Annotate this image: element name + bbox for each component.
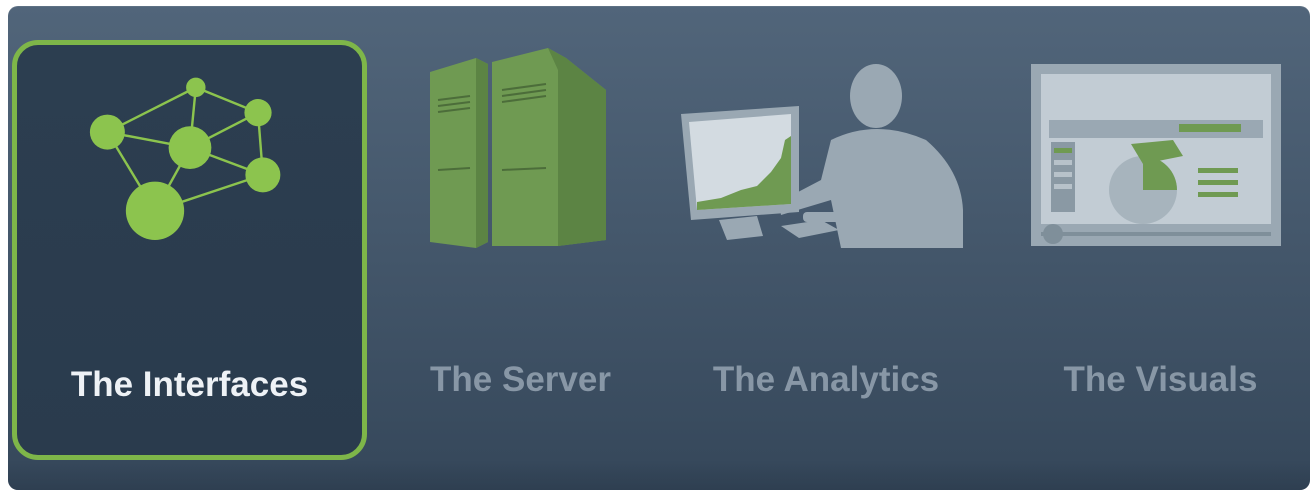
tab-the-interfaces[interactable]: The Interfaces — [12, 40, 367, 460]
tab-label-analytics: The Analytics — [712, 360, 940, 399]
tab-label-interfaces: The Interfaces — [70, 365, 309, 404]
analyst-at-monitor-icon — [681, 64, 963, 248]
tab-label-server: The Server — [430, 360, 611, 399]
tab-the-visuals[interactable]: The Visuals — [1023, 40, 1298, 460]
tab-label-visuals: The Visuals — [1063, 360, 1258, 399]
tab-the-analytics[interactable]: The Analytics — [671, 40, 981, 460]
dashboard-screen-icon — [1031, 64, 1281, 246]
server-towers-icon — [430, 48, 606, 248]
tab-the-server[interactable]: The Server — [398, 40, 643, 460]
feature-tab-panel: The Interfaces The Server The Analytics … — [8, 6, 1310, 490]
network-nodes-icon — [89, 77, 281, 240]
